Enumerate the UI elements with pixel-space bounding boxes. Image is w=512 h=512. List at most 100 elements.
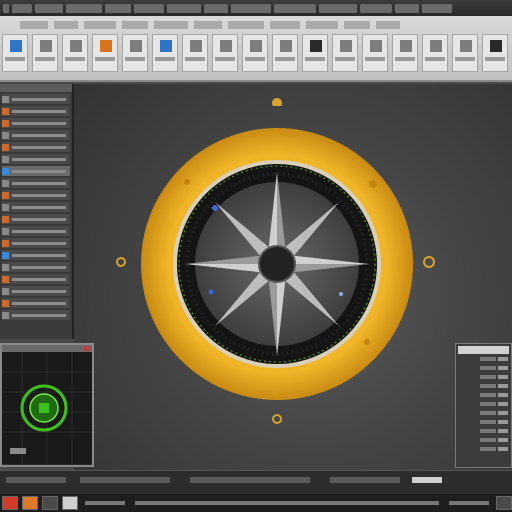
layer-icon [2,167,9,175]
layer-icon [2,287,9,295]
property-row[interactable] [459,402,508,408]
layer-item[interactable] [2,214,70,224]
ribbon-tab[interactable] [306,21,338,29]
start-button[interactable] [2,496,18,510]
app-icon[interactable] [62,496,78,510]
layer-item[interactable] [2,130,70,140]
layer-item[interactable] [2,286,70,296]
ribbon-tab[interactable] [154,21,188,29]
ribbon-button[interactable] [32,34,58,72]
layer-item[interactable] [2,94,70,104]
layer-item[interactable] [2,142,70,152]
ribbon-button[interactable] [182,34,208,72]
menu-bar [0,0,512,16]
layer-item[interactable] [2,118,70,128]
property-row[interactable] [459,438,508,444]
canvas-viewport[interactable] [74,84,512,470]
ribbon-button[interactable] [272,34,298,72]
menu-item[interactable] [167,3,201,13]
layer-item[interactable] [2,238,70,248]
property-row[interactable] [459,384,508,390]
layer-item[interactable] [2,178,70,188]
ribbon-button[interactable] [362,34,388,72]
property-row[interactable] [459,429,508,435]
layer-icon [2,143,9,151]
property-row[interactable] [459,411,508,417]
ribbon-button-row [0,34,512,74]
layer-item[interactable] [2,274,70,284]
ribbon-tab[interactable] [376,21,400,29]
layer-item[interactable] [2,298,70,308]
layer-item[interactable] [2,190,70,200]
ribbon-button[interactable] [452,34,478,72]
ribbon-button[interactable] [92,34,118,72]
layer-item[interactable] [2,262,70,272]
ribbon-button[interactable] [392,34,418,72]
ribbon-button-label [485,57,505,61]
ribbon-button-label [95,57,115,61]
ribbon-button-label [35,57,55,61]
ribbon-tab[interactable] [20,21,48,29]
menu-item[interactable] [395,3,419,13]
ribbon-button[interactable] [62,34,88,72]
ribbon-tab[interactable] [270,21,300,29]
ribbon-button[interactable] [332,34,358,72]
layer-item[interactable] [2,310,70,320]
navigator-panel[interactable] [0,343,94,467]
menu-item[interactable] [319,3,357,13]
menu-item[interactable] [204,3,228,13]
ribbon-tab[interactable] [122,21,148,29]
compass-artwork[interactable] [74,84,512,470]
status-segment[interactable] [412,477,442,483]
ribbon-button[interactable] [302,34,328,72]
ribbon-tab[interactable] [228,21,264,29]
menu-item[interactable] [274,3,316,13]
ribbon-button[interactable] [422,34,448,72]
ribbon-tab[interactable] [84,21,116,29]
property-row[interactable] [459,366,508,372]
ribbon-button[interactable] [122,34,148,72]
menu-item[interactable] [3,3,9,13]
shape-icon [220,40,232,52]
layer-item[interactable] [2,202,70,212]
taskbar-item[interactable] [135,501,439,505]
ribbon-tab[interactable] [54,21,78,29]
navigator-preview[interactable] [2,352,92,464]
layer-icon [2,155,9,163]
property-row[interactable] [459,447,508,453]
property-row[interactable] [459,357,508,363]
app-icon[interactable] [22,496,38,510]
property-row[interactable] [459,375,508,381]
layer-icon [2,179,9,187]
layer-item[interactable] [2,226,70,236]
property-row[interactable] [459,393,508,399]
close-icon[interactable] [84,346,90,351]
ribbon-button[interactable] [212,34,238,72]
menu-item[interactable] [422,3,452,13]
layer-item[interactable] [2,250,70,260]
layer-item-selected[interactable] [2,166,70,176]
layer-item[interactable] [2,154,70,164]
layer-icon [2,107,9,115]
ribbon-button[interactable] [242,34,268,72]
menu-item[interactable] [360,3,392,13]
ribbon-button[interactable] [482,34,508,72]
ribbon-button[interactable] [152,34,178,72]
menu-item[interactable] [231,3,271,13]
property-row[interactable] [459,420,508,426]
tray-icon[interactable] [496,496,512,510]
taskbar-item[interactable] [85,501,125,505]
ribbon-tab[interactable] [344,21,370,29]
menu-item[interactable] [105,3,131,13]
menu-item[interactable] [35,3,63,13]
taskbar-item[interactable] [449,501,489,505]
ribbon-button[interactable] [2,34,28,72]
menu-item[interactable] [12,3,32,13]
layer-icon [2,263,9,271]
ribbon-tab[interactable] [194,21,222,29]
menu-item[interactable] [66,3,102,13]
layer-item[interactable] [2,106,70,116]
chart-icon [280,40,292,52]
menu-item[interactable] [134,3,164,13]
app-icon[interactable] [42,496,58,510]
